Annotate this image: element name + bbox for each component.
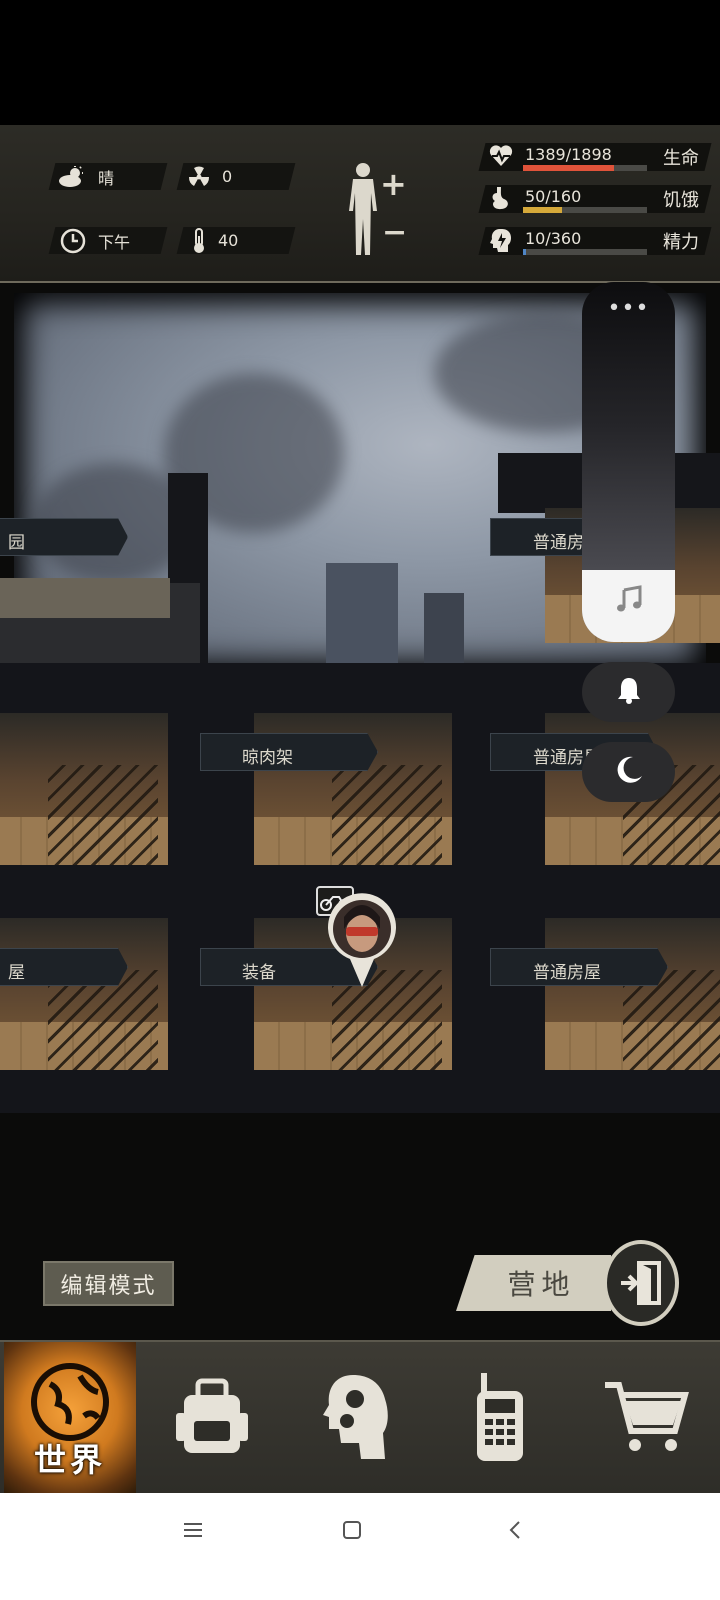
minus-icon[interactable]: −	[382, 215, 407, 250]
room-tile[interactable]	[0, 713, 168, 865]
player-avatar-icon[interactable]	[326, 893, 398, 993]
room-label-house-4: 普通房屋	[533, 963, 601, 983]
room-label-garden: 园	[8, 533, 25, 553]
bell-icon	[614, 675, 644, 709]
stat-health: 1389/1898 生命	[478, 141, 712, 173]
health-value: 1389/1898	[525, 145, 612, 164]
hunger-bar	[523, 207, 647, 213]
ring-mode-toggle[interactable]	[582, 662, 675, 722]
do-not-disturb-toggle[interactable]	[582, 742, 675, 802]
more-icon[interactable]: •••	[582, 296, 675, 321]
temperature-value: 40	[218, 231, 239, 250]
bottom-navigation: 世界	[0, 1340, 720, 1495]
shopping-cart-icon	[603, 1379, 689, 1459]
radiation-indicator[interactable]: 0	[188, 163, 232, 190]
status-panel: 晴 0 下午 40 + − 1389/1898 生命 50/160 饥饿 10/…	[0, 125, 720, 283]
room-label-drying-rack: 晾肉架	[242, 748, 293, 768]
clock-icon	[60, 228, 86, 254]
energy-label: 精力	[663, 232, 699, 253]
head-gears-icon	[323, 1371, 389, 1467]
music-note-icon	[614, 584, 644, 618]
energy-bar	[523, 249, 647, 255]
camp-button[interactable]: 营地	[456, 1255, 611, 1311]
room-tile[interactable]	[545, 918, 720, 1070]
tab-backpack[interactable]	[144, 1342, 280, 1495]
room-tile[interactable]	[0, 918, 168, 1070]
system-navigation-bar	[0, 1493, 720, 1600]
exit-door-icon[interactable]	[603, 1240, 679, 1326]
room-label-equipment: 装备	[242, 963, 276, 983]
home-square-icon[interactable]	[341, 1519, 363, 1545]
hunger-label: 饥饿	[663, 190, 699, 211]
thermometer-icon	[192, 227, 206, 254]
cloud-sun-icon	[58, 165, 86, 188]
heart-pulse-icon	[488, 143, 514, 173]
room-label-house-3: 屋	[8, 963, 25, 983]
hunger-bar-fill	[523, 207, 562, 213]
tab-shop[interactable]	[576, 1342, 716, 1495]
stat-energy: 10/360 精力	[478, 225, 712, 257]
tab-world-label: 世界	[33, 1441, 106, 1479]
body-status-button[interactable]	[343, 161, 383, 261]
radiation-icon	[188, 166, 210, 188]
time-indicator[interactable]: 下午	[60, 227, 130, 254]
weather-indicator[interactable]: 晴	[58, 163, 114, 190]
health-bar-fill	[523, 165, 614, 171]
rooftop-garden[interactable]	[0, 578, 170, 618]
health-bar	[523, 165, 647, 171]
head-energy-icon	[488, 227, 514, 257]
room-label-house-1: 普通房	[533, 533, 584, 553]
stomach-icon	[488, 185, 514, 215]
volume-slider[interactable]: •••	[582, 282, 675, 642]
stat-hunger: 50/160 饥饿	[478, 183, 712, 215]
hunger-value: 50/160	[525, 187, 582, 206]
menu-icon[interactable]	[182, 1519, 204, 1545]
human-figure-icon	[349, 163, 377, 255]
walkie-talkie-icon	[473, 1371, 527, 1467]
temperature-indicator[interactable]: 40	[192, 227, 238, 254]
edit-mode-button[interactable]: 编辑模式	[43, 1261, 174, 1306]
tab-world[interactable]: 世界	[4, 1342, 136, 1495]
tab-radio[interactable]	[432, 1342, 568, 1495]
time-label: 下午	[98, 232, 131, 252]
weather-label: 晴	[98, 168, 115, 188]
moon-icon	[613, 754, 645, 790]
back-chevron-icon[interactable]	[504, 1519, 526, 1545]
tab-skills[interactable]	[288, 1342, 424, 1495]
energy-bar-fill	[523, 249, 527, 255]
backpack-icon	[174, 1377, 250, 1461]
health-label: 生命	[663, 148, 699, 169]
plus-icon[interactable]: +	[380, 165, 407, 203]
energy-value: 10/360	[525, 229, 582, 248]
shelter-building	[0, 663, 720, 1113]
radiation-value: 0	[222, 167, 233, 186]
